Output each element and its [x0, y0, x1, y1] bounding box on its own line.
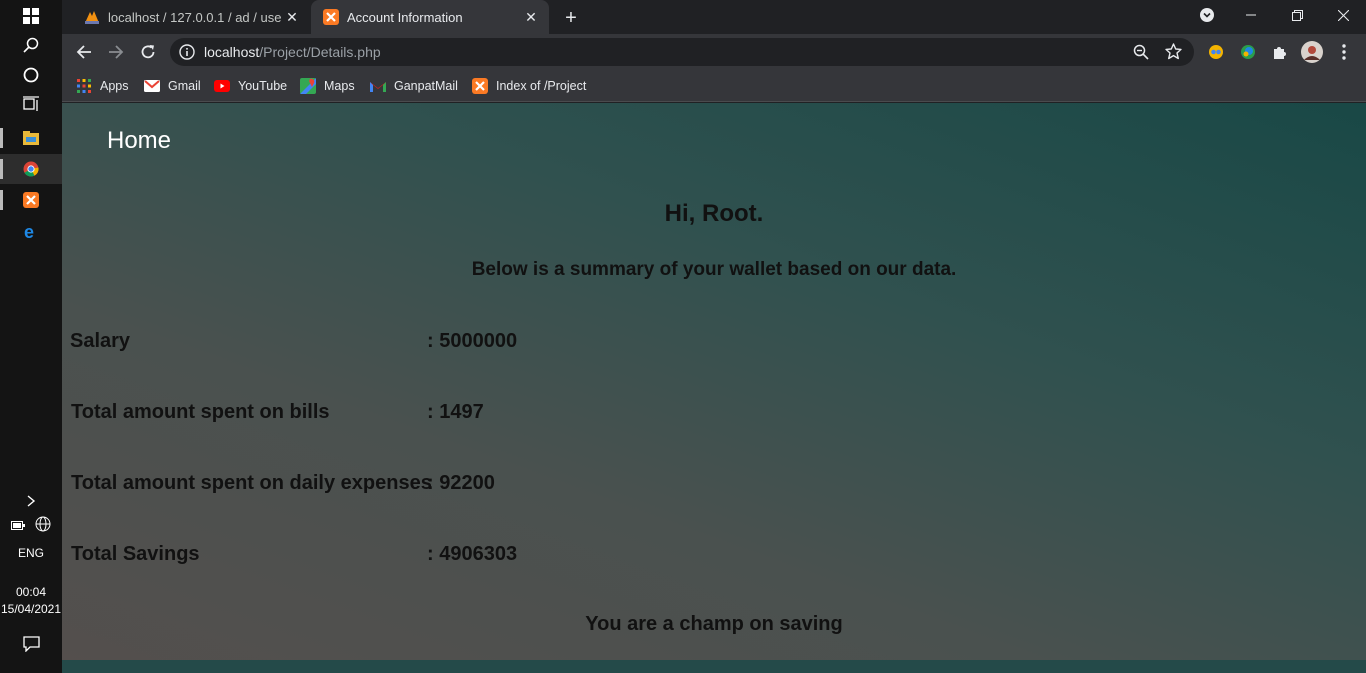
- url-host: localhost: [204, 44, 260, 60]
- language-indicator[interactable]: ENG: [0, 546, 62, 560]
- battery-icon[interactable]: [10, 517, 25, 535]
- bookmarks-bar: Apps Gmail YouTube Maps GanpatMail Index…: [62, 70, 1366, 102]
- bookmark-star-icon[interactable]: [1165, 43, 1182, 65]
- greeting-heading: Hi, Root.: [664, 200, 764, 227]
- windows-taskbar: e ENG 00:04 15/04/2021: [0, 0, 62, 673]
- bookmark-label: YouTube: [238, 79, 288, 93]
- menu-kebab-icon[interactable]: [1330, 38, 1358, 66]
- tab-account-information[interactable]: Account Information ✕: [311, 0, 549, 34]
- bills-label: Total amount spent on bills: [71, 401, 330, 423]
- gmail-icon: [370, 78, 386, 94]
- system-tray: [0, 511, 62, 541]
- xampp-icon: [323, 9, 339, 25]
- extensions-puzzle-icon[interactable]: [1266, 38, 1294, 66]
- close-tab-icon[interactable]: ✕: [282, 7, 302, 27]
- clock-date[interactable]: 15/04/2021: [0, 602, 62, 616]
- salary-label: Salary: [70, 330, 131, 352]
- windows-start-icon[interactable]: [0, 1, 62, 31]
- apps-grid-icon: [76, 78, 92, 94]
- browser-toolbar: localhost/Project/Details.php: [62, 34, 1366, 70]
- bills-value: : 1497: [427, 401, 484, 423]
- bookmark-label: Maps: [324, 79, 355, 93]
- extension-google-lens-icon[interactable]: [1202, 38, 1230, 66]
- bookmark-label: Apps: [100, 79, 129, 93]
- tab-search-icon[interactable]: [1184, 0, 1230, 30]
- chrome-taskbar-icon[interactable]: [0, 154, 62, 184]
- address-bar[interactable]: localhost/Project/Details.php: [170, 38, 1194, 66]
- summary-intro: Below is a summary of your wallet based …: [471, 259, 957, 280]
- youtube-icon: [214, 78, 230, 94]
- svg-text:e: e: [24, 223, 34, 239]
- bookmark-label: Gmail: [168, 79, 201, 93]
- savings-verdict: You are a champ on saving: [585, 613, 843, 635]
- back-button[interactable]: [70, 38, 98, 66]
- extension-colorful-icon[interactable]: [1234, 38, 1262, 66]
- savings-value: : 4906303: [427, 543, 518, 565]
- nav-home-link[interactable]: Home: [107, 127, 171, 155]
- xampp-icon: [472, 78, 488, 94]
- phpmyadmin-icon: [84, 9, 100, 25]
- url-text[interactable]: localhost/Project/Details.php: [204, 44, 381, 60]
- tab-strip: localhost / 127.0.0.1 / ad / user_l ✕ Ac…: [62, 0, 1366, 34]
- profile-avatar[interactable]: [1298, 38, 1326, 66]
- maps-icon: [300, 78, 316, 94]
- new-tab-button[interactable]: +: [559, 6, 583, 30]
- search-icon[interactable]: [0, 30, 62, 60]
- bookmark-youtube[interactable]: YouTube: [214, 76, 287, 96]
- close-tab-icon[interactable]: ✕: [521, 7, 541, 27]
- page-footer-bar: [62, 660, 1366, 673]
- reload-button[interactable]: [134, 38, 162, 66]
- bookmark-maps[interactable]: Maps: [300, 76, 355, 96]
- salary-value: : 5000000: [427, 330, 518, 352]
- forward-button[interactable]: [102, 38, 130, 66]
- restore-icon[interactable]: [1274, 0, 1320, 30]
- page-content: Home Hi, Root. Below is a summary of you…: [62, 103, 1366, 673]
- bookmark-gmail[interactable]: Gmail: [144, 76, 201, 96]
- bookmark-label: Index of /Project: [496, 79, 587, 93]
- task-view-icon[interactable]: [0, 89, 62, 119]
- bookmark-ganpatmail[interactable]: GanpatMail: [370, 76, 458, 96]
- site-info-icon[interactable]: [179, 44, 195, 60]
- savings-label: Total Savings: [71, 543, 200, 565]
- url-path: /Project/Details.php: [259, 44, 381, 60]
- daily-expenses-value: : 92200: [427, 472, 495, 494]
- xampp-taskbar-icon[interactable]: [0, 185, 62, 215]
- action-center-icon[interactable]: [0, 629, 62, 659]
- edge-icon[interactable]: e: [0, 216, 62, 246]
- zoom-icon[interactable]: [1133, 44, 1149, 65]
- minimize-icon[interactable]: [1228, 0, 1274, 30]
- tab-phpmyadmin[interactable]: localhost / 127.0.0.1 / ad / user_l ✕: [72, 0, 310, 34]
- daily-expenses-label: Total amount spent on daily expenses: [71, 472, 432, 494]
- clock-time[interactable]: 00:04: [0, 585, 62, 599]
- network-globe-icon[interactable]: [35, 516, 51, 537]
- tab-title: localhost / 127.0.0.1 / ad / user_l: [108, 9, 282, 25]
- bookmark-label: GanpatMail: [394, 79, 458, 93]
- gmail-icon: [144, 78, 160, 94]
- cortana-icon[interactable]: [0, 60, 62, 90]
- bookmark-index-of-project[interactable]: Index of /Project: [472, 76, 586, 96]
- file-explorer-icon[interactable]: [0, 123, 62, 153]
- tab-title: Account Information: [347, 9, 463, 25]
- bookmark-apps[interactable]: Apps: [76, 76, 129, 96]
- close-window-icon[interactable]: [1320, 0, 1366, 30]
